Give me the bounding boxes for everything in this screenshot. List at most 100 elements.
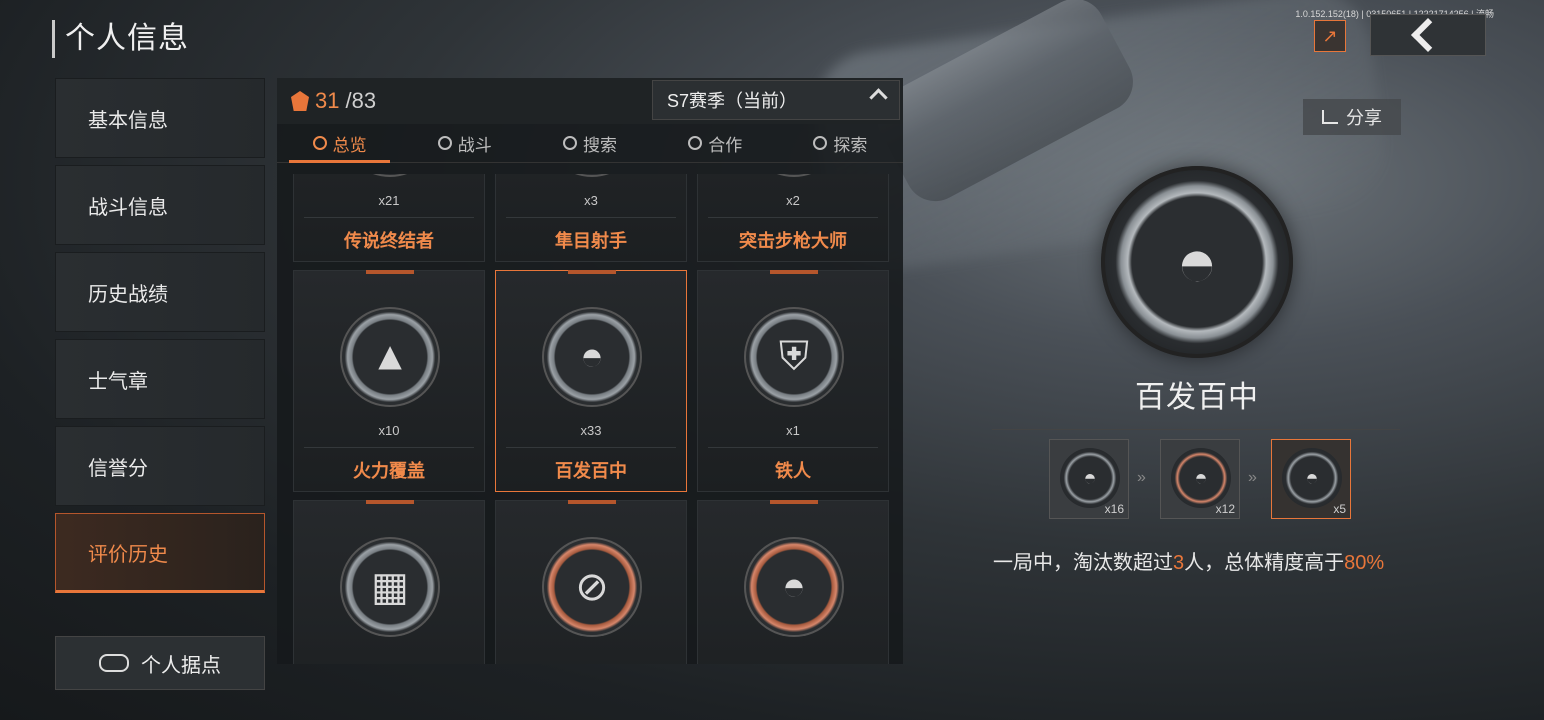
medal-description: 一局中，淘汰数超过3人，总体精度高于80%: [993, 546, 1413, 575]
helmet-icon: ◓: [542, 307, 642, 407]
sidebar-item-basic-info[interactable]: 基本信息: [55, 78, 265, 158]
card-divider: [506, 217, 676, 218]
tier-glyph: ◓: [1305, 465, 1319, 490]
tab-label: 搜索: [583, 135, 617, 155]
sidebar-item-battle-info[interactable]: 战斗信息: [55, 165, 265, 245]
chevron-right-icon: »: [1248, 469, 1257, 486]
sidebar-item-label: 战斗信息: [88, 196, 168, 219]
chevron-right-icon: »: [1137, 469, 1146, 486]
sidebar-item-label: 历史战绩: [88, 283, 168, 306]
medal-count-current: 31: [315, 88, 340, 113]
tab-search[interactable]: 搜索: [527, 124, 652, 162]
medal-count: 31/83: [291, 88, 376, 114]
tier-multiplier: x5: [1333, 502, 1346, 516]
desc-highlight: 3: [1173, 552, 1185, 574]
compass-icon: [813, 136, 828, 150]
medal-name: 百发百中: [555, 461, 627, 481]
medal-multiplier: x1: [786, 423, 800, 438]
share-arrow-icon: ↗: [1322, 25, 1338, 46]
medal-card-falcon-eye[interactable]: ⌖ x3 隼目射手: [495, 174, 687, 262]
medal-card-crates[interactable]: ▦: [293, 500, 485, 664]
medal-grid: ♛ x21 传说终结者 ⌖ x3 隼目射手 ✕ x2 突击步枪大师 ▲ x10 …: [293, 174, 891, 664]
medal-tiers: ◓ x16 » ◓ x12 » ◓ x5: [1049, 439, 1351, 519]
arrowhead-icon: ▲: [340, 307, 440, 407]
medal-name: 火力覆盖: [353, 461, 425, 481]
card-notch: [568, 270, 616, 274]
desc-text: 一局中，淘汰数超过: [993, 552, 1173, 574]
helmet-icon: ◓: [1282, 448, 1342, 508]
crates-icon: ▦: [340, 537, 440, 637]
medal-icon: [291, 91, 309, 111]
handshake-icon: [688, 136, 703, 150]
card-divider: [708, 447, 878, 448]
tier-glyph: ◓: [1194, 465, 1208, 490]
desc-text: 人，总体精度高于: [1184, 552, 1345, 574]
sidebar-item-label: 信誉分: [88, 457, 148, 480]
selected-medal-name: 百发百中: [1135, 381, 1259, 414]
sidebar-item-credit-score[interactable]: 信誉分: [55, 426, 265, 506]
medal-card-sharpshooter[interactable]: ◓ x33 百发百中: [495, 270, 687, 492]
card-divider: [304, 447, 474, 448]
detail-divider: [992, 429, 1400, 430]
helmet-icon: ◓: [1175, 223, 1219, 301]
back-button[interactable]: [1370, 14, 1486, 56]
card-notch: [770, 270, 818, 274]
medal-multiplier: x33: [580, 423, 602, 438]
helmet-icon: ◓: [744, 537, 844, 637]
tab-explore[interactable]: 探索: [778, 124, 903, 162]
medal-name: 传说终结者: [344, 231, 434, 251]
medal-count-total: /83: [345, 88, 377, 113]
medal-multiplier: x3: [584, 193, 598, 208]
badge-glyph: ⊘: [575, 565, 609, 609]
card-divider: [708, 217, 878, 218]
tier-1[interactable]: ◓ x16: [1049, 439, 1129, 519]
medal-card-iron-man[interactable]: ⛨ x1 铁人: [697, 270, 889, 492]
tier-3[interactable]: ◓ x5: [1271, 439, 1351, 519]
sidebar-item-morale-badges[interactable]: 士气章: [55, 339, 265, 419]
tab-label: 探索: [833, 135, 868, 155]
legend-icon: ♛: [340, 174, 440, 177]
sidebar-item-label: 士气章: [88, 370, 148, 393]
crossed-rifles-icon: ✕: [744, 174, 844, 177]
chevron-up-icon: [869, 88, 888, 107]
medal-multiplier: x2: [786, 193, 800, 208]
badge-glyph: ▦: [371, 565, 409, 609]
card-divider: [506, 447, 676, 448]
season-dropdown[interactable]: S7赛季（当前）: [652, 80, 900, 120]
badge-glyph: ▲: [370, 334, 410, 379]
tab-combat[interactable]: 战斗: [402, 124, 527, 162]
dogtag-icon: ⊘: [542, 537, 642, 637]
sidebar-item-label: 基本信息: [88, 109, 168, 132]
share-icon: [1322, 110, 1338, 124]
card-divider: [304, 217, 474, 218]
personal-base-button[interactable]: 个人据点: [55, 636, 265, 690]
sidebar-item-label: 评价历史: [88, 543, 168, 566]
tier-2[interactable]: ◓ x12: [1160, 439, 1240, 519]
soldier-shield-icon: ⛨: [744, 307, 844, 407]
base-icon: [99, 654, 129, 672]
medal-card-dogtag[interactable]: ⊘: [495, 500, 687, 664]
tier-multiplier: x16: [1104, 502, 1124, 516]
medal-card-legend-terminator[interactable]: ♛ x21 传说终结者: [293, 174, 485, 262]
sidebar-item-review-history[interactable]: 评价历史: [55, 513, 265, 593]
share-label: 分享: [1346, 108, 1382, 128]
tab-overview[interactable]: 总览: [277, 124, 402, 163]
medal-name: 隼目射手: [555, 231, 627, 251]
category-tabs: 总览 战斗 搜索 合作 探索: [277, 124, 903, 163]
sidebar-item-history[interactable]: 历史战绩: [55, 252, 265, 332]
medal-card-rifle-master[interactable]: ✕ x2 突击步枪大师: [697, 174, 889, 262]
export-button[interactable]: ↗: [1314, 20, 1346, 52]
page-title: 个人信息: [52, 20, 189, 58]
share-button[interactable]: 分享: [1303, 99, 1401, 135]
medal-name: 铁人: [775, 461, 811, 481]
scope-icon: ⌖: [542, 174, 642, 177]
medal-name: 突击步枪大师: [739, 231, 847, 251]
medal-card-helmet[interactable]: ◓: [697, 500, 889, 664]
medal-multiplier: x21: [378, 193, 400, 208]
star-icon: [312, 136, 327, 150]
card-notch: [366, 500, 414, 504]
tab-cooperate[interactable]: 合作: [653, 124, 778, 162]
chevron-left-icon: [1411, 18, 1445, 52]
tier-multiplier: x12: [1215, 502, 1235, 516]
medal-card-fire-cover[interactable]: ▲ x10 火力覆盖: [293, 270, 485, 492]
